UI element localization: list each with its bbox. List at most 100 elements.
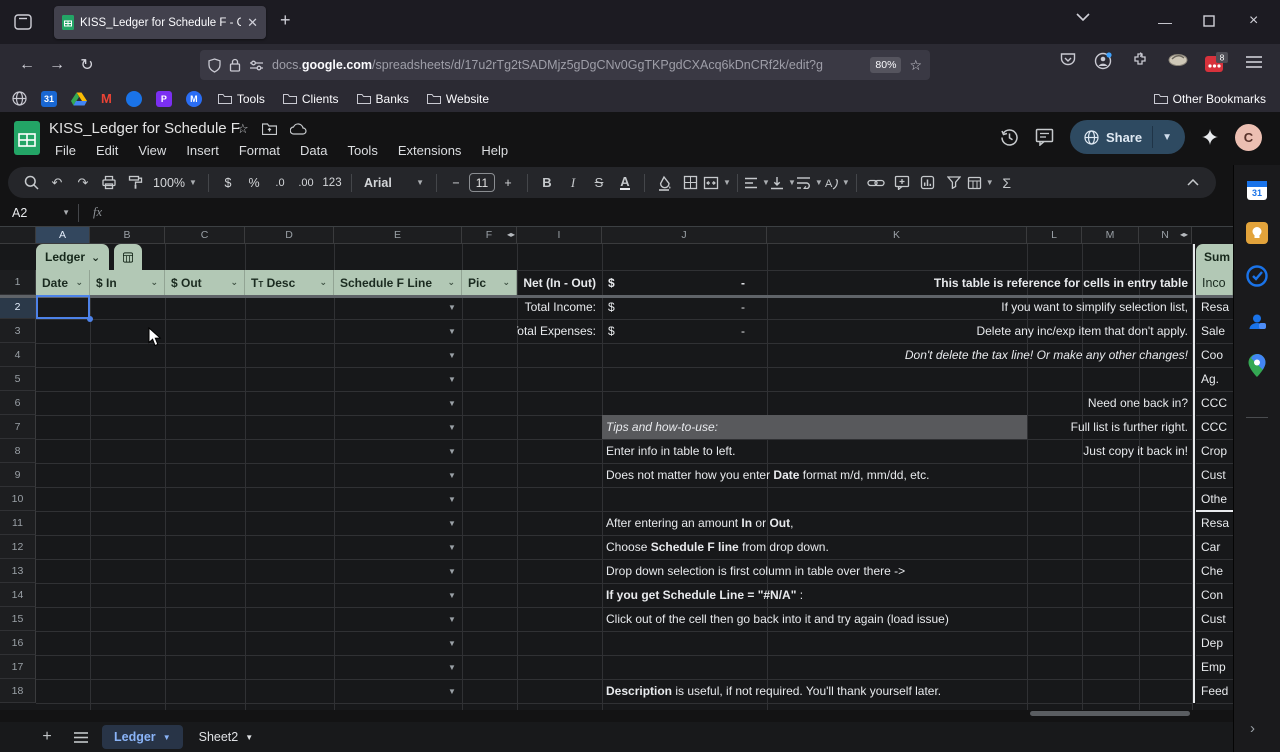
menu-help[interactable]: Help xyxy=(475,141,514,160)
formula-input[interactable] xyxy=(102,199,1233,226)
table-chip-ledger[interactable]: Ledger⌄ xyxy=(36,244,109,270)
column-header-M[interactable]: M xyxy=(1082,227,1139,244)
format-percent-button[interactable]: % xyxy=(241,170,267,196)
schedule-dropdown-caret-row16[interactable]: ▼ xyxy=(448,639,456,648)
summary-label-row2[interactable]: Total Income: xyxy=(517,295,596,319)
insert-link-icon[interactable] xyxy=(863,170,889,196)
increase-decimals-button[interactable]: .00 xyxy=(293,170,319,196)
note-cell-J7[interactable]: Tips and how-to-use: xyxy=(606,415,1188,439)
column-filter-caret[interactable]: ⌄ xyxy=(230,277,238,288)
number-format-button[interactable]: 123 xyxy=(319,170,345,196)
summary-item-16[interactable]: Emp xyxy=(1196,655,1233,679)
row-number-6[interactable]: 6 xyxy=(0,391,36,415)
account-avatar[interactable]: C xyxy=(1235,124,1262,151)
font-size-input[interactable]: 11 xyxy=(469,170,495,196)
bold-button[interactable]: B xyxy=(534,170,560,196)
insert-comment-icon[interactable] xyxy=(889,170,915,196)
version-history-icon[interactable] xyxy=(1000,128,1019,147)
schedule-dropdown-caret-row18[interactable]: ▼ xyxy=(448,687,456,696)
schedule-dropdown-caret-row13[interactable]: ▼ xyxy=(448,567,456,576)
schedule-dropdown-caret-row10[interactable]: ▼ xyxy=(448,495,456,504)
reload-button[interactable]: ↻ xyxy=(72,55,102,75)
m-bookmark-icon[interactable]: M xyxy=(186,91,202,107)
calendar-panel-icon[interactable]: 31 xyxy=(1245,178,1269,202)
column-filter-caret[interactable]: ⌄ xyxy=(75,277,83,288)
horizontal-align-icon[interactable]: ▼ xyxy=(744,170,770,196)
schedule-dropdown-caret-row7[interactable]: ▼ xyxy=(448,423,456,432)
menu-hamburger-icon[interactable] xyxy=(1246,56,1262,68)
cloud-status-icon[interactable] xyxy=(290,123,307,135)
extension-addon-icon[interactable] xyxy=(1168,52,1188,66)
schedule-dropdown-caret-row12[interactable]: ▼ xyxy=(448,543,456,552)
menu-tools[interactable]: Tools xyxy=(341,141,383,160)
bookmark-folder-clients[interactable]: Clients xyxy=(283,92,339,106)
all-sheets-icon[interactable] xyxy=(64,732,98,743)
row-number-10[interactable]: 10 xyxy=(0,487,36,511)
calendar-bookmark-icon[interactable]: 31 xyxy=(41,91,57,107)
back-button[interactable]: ← xyxy=(12,56,42,74)
maps-panel-icon[interactable] xyxy=(1245,354,1269,378)
other-bookmarks-folder[interactable]: Other Bookmarks xyxy=(1154,92,1266,106)
note-cell-J9[interactable]: Does not matter how you enter Date forma… xyxy=(606,463,1188,487)
bookmark-folder-banks[interactable]: Banks xyxy=(357,92,409,106)
schedule-dropdown-caret-row9[interactable]: ▼ xyxy=(448,471,456,480)
row-number-8[interactable]: 8 xyxy=(0,439,36,463)
row-number-12[interactable]: 12 xyxy=(0,535,36,559)
blue-circle-bookmark-icon[interactable] xyxy=(126,91,142,107)
zoom-select[interactable]: 100%▼ xyxy=(148,170,202,196)
name-box-caret[interactable]: ▼ xyxy=(62,208,70,217)
summary-item-15[interactable]: Dep xyxy=(1196,631,1233,655)
row-number-5[interactable]: 5 xyxy=(0,367,36,391)
note-cell-K1[interactable]: This table is reference for cells in ent… xyxy=(602,270,1188,295)
sheet-tab-caret[interactable]: ▼ xyxy=(163,733,171,742)
tasks-panel-icon[interactable] xyxy=(1245,264,1269,288)
row-number-9[interactable]: 9 xyxy=(0,463,36,487)
format-currency-button[interactable]: $ xyxy=(215,170,241,196)
row-number-11[interactable]: 11 xyxy=(0,511,36,535)
note-cell-K4[interactable]: Don't delete the tax line! Or make any o… xyxy=(602,343,1188,367)
schedule-dropdown-caret-row4[interactable]: ▼ xyxy=(448,351,456,360)
bookmark-star-icon[interactable]: ☆ xyxy=(909,57,922,74)
permissions-icon[interactable] xyxy=(249,59,264,71)
summary-item-6[interactable]: CCC xyxy=(1196,415,1233,439)
drive-bookmark-icon[interactable] xyxy=(71,92,87,106)
row-number-14[interactable]: 14 xyxy=(0,583,36,607)
text-color-button[interactable]: A xyxy=(612,170,638,196)
paint-format-icon[interactable] xyxy=(122,170,148,196)
bookmark-folder-tools[interactable]: Tools xyxy=(218,92,265,106)
insert-chart-icon[interactable] xyxy=(915,170,941,196)
row-number-18[interactable]: 18 xyxy=(0,679,36,703)
schedule-dropdown-caret-row6[interactable]: ▼ xyxy=(448,399,456,408)
summary-header-income[interactable]: Inco xyxy=(1196,270,1233,295)
comments-icon[interactable] xyxy=(1035,128,1054,146)
summary-item-12[interactable]: Che xyxy=(1196,559,1233,583)
window-close-button[interactable]: × xyxy=(1249,12,1258,30)
row-number-15[interactable]: 15 xyxy=(0,607,36,631)
schedule-dropdown-caret-row8[interactable]: ▼ xyxy=(448,447,456,456)
schedule-dropdown-caret-row3[interactable]: ▼ xyxy=(448,327,456,336)
menu-data[interactable]: Data xyxy=(294,141,333,160)
star-document-icon[interactable]: ☆ xyxy=(237,121,249,137)
selection-fill-handle[interactable] xyxy=(87,316,93,322)
summary-item-10[interactable]: Resa xyxy=(1196,511,1233,535)
row-number-13[interactable]: 13 xyxy=(0,559,36,583)
firefox-view-icon[interactable] xyxy=(10,10,36,34)
spreadsheet-grid[interactable]: ABCDEFIJKLMN◂▸◂▸123456789101112131415161… xyxy=(0,227,1233,710)
bookmark-folder-website[interactable]: Website xyxy=(427,92,489,106)
row-number-16[interactable]: 16 xyxy=(0,631,36,655)
font-select[interactable]: Arial▼ xyxy=(358,170,430,196)
table-header-in[interactable]: $ In⌄ xyxy=(90,270,165,295)
tab-close-icon[interactable]: ✕ xyxy=(247,15,258,31)
gmail-bookmark-icon[interactable]: M xyxy=(101,91,112,106)
text-rotation-icon[interactable]: A▼ xyxy=(823,170,850,196)
summary-item-17[interactable]: Feed xyxy=(1196,679,1233,703)
move-folder-icon[interactable] xyxy=(262,123,277,135)
grid-corner[interactable] xyxy=(0,227,36,244)
account-icon[interactable] xyxy=(1094,52,1112,70)
note-cell-J13[interactable]: Drop down selection is first column in t… xyxy=(606,559,1188,583)
new-tab-button[interactable]: + xyxy=(280,10,291,31)
summary-item-4[interactable]: Ag. xyxy=(1196,367,1233,391)
p-bookmark-icon[interactable]: P xyxy=(156,91,172,107)
extensions-puzzle-icon[interactable] xyxy=(1132,52,1148,68)
column-header-J[interactable]: J xyxy=(602,227,767,244)
